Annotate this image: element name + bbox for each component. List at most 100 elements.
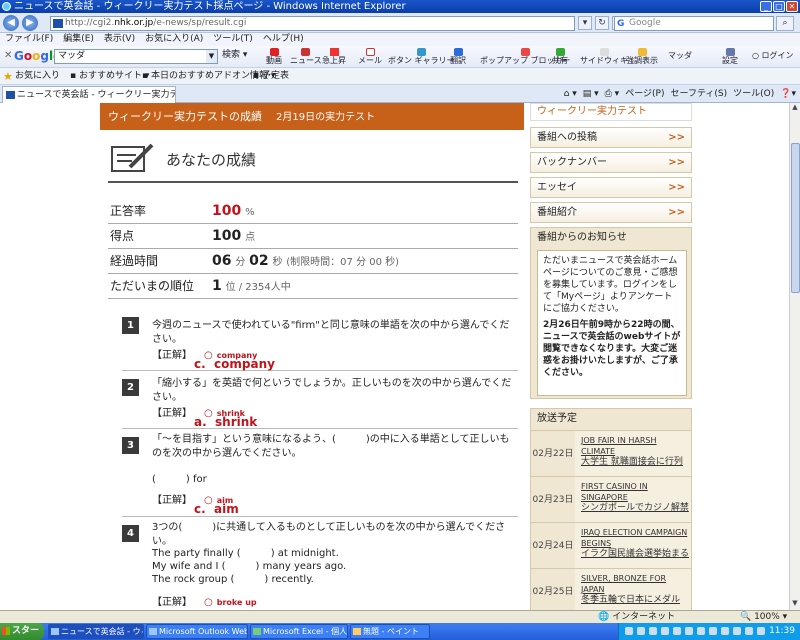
menu-view[interactable]: 表示(V): [99, 33, 140, 46]
time-limit: (制限時間：07 分 00 秒): [286, 257, 400, 268]
tray-icon[interactable]: [637, 627, 645, 635]
tray-icon[interactable]: [697, 627, 705, 635]
tray-icon[interactable]: [733, 627, 741, 635]
ie-icon: [51, 628, 59, 635]
print-icon[interactable]: ⎙ ▾: [605, 88, 620, 100]
score-row: 得点 100 点: [108, 224, 518, 249]
sidebar-item-backnumber[interactable]: バックナンバー >>: [530, 152, 692, 173]
back-button[interactable]: ◀: [3, 15, 19, 31]
tray-icon[interactable]: [721, 627, 729, 635]
favorite-item-recommended[interactable]: ▪ おすすめサイト ▾: [70, 68, 149, 85]
schedule-link[interactable]: IRAQ ELECTION CAMPAIGN BEGINS イラク国民議会選挙始ま…: [581, 527, 689, 560]
settings-button[interactable]: 設定: [722, 48, 738, 67]
schedule-link[interactable]: FIRST CASINO IN SINGAPORE シンガポールでカジノ解禁: [581, 481, 689, 514]
taskbar-item-excel[interactable]: Microsoft Excel - 個人ス...: [250, 624, 348, 639]
menu-bar: ファイル(F) 編集(E) 表示(V) お気に入り(A) ツール(T) ヘルプ(…: [0, 33, 800, 46]
tray-icon[interactable]: [745, 627, 753, 635]
safety-menu[interactable]: セーフティ(S): [671, 88, 728, 100]
tray-icon[interactable]: [757, 627, 765, 635]
menu-file[interactable]: ファイル(F): [0, 33, 58, 46]
vertical-scrollbar[interactable]: ▲ ▼: [789, 103, 800, 610]
favorites-button[interactable]: お気に入り: [15, 68, 60, 85]
sidebar-item-essay[interactable]: エッセイ >>: [530, 177, 692, 198]
tab-bar: ニュースで英会話 - ウィークリー実力テスト採点ページ ⌂ ▾ ▤ ▾ ⎙ ▾ …: [0, 85, 800, 103]
share-icon: [555, 48, 565, 56]
google-query-input[interactable]: マッダ ▼: [54, 49, 218, 64]
favorite-item-schedule[interactable]: ▪ 予定表: [253, 68, 289, 85]
question-2: 2 「縮小する」を英語で何というでしょうか。正しいものを次の中から選んでください…: [122, 371, 518, 429]
scroll-up-icon[interactable]: ▲: [790, 103, 800, 114]
forward-button[interactable]: ▶: [22, 15, 38, 31]
address-field[interactable]: http://cgi2.nhk.or.jp/e-news/sp/result.c…: [50, 16, 575, 31]
trending-button[interactable]: 急上昇: [322, 48, 346, 67]
score-unit: 点: [245, 232, 256, 243]
share-button[interactable]: 共有: [552, 48, 568, 67]
taskbar-item-ie[interactable]: ニュースで英会話 - ウィ...: [48, 624, 144, 639]
button-gallery-button[interactable]: ボタン ギャラリー: [388, 48, 455, 67]
menu-tools[interactable]: ツール(T): [208, 33, 258, 46]
feeds-icon[interactable]: ▤ ▾: [583, 88, 599, 100]
translate-button[interactable]: 翻訳: [450, 48, 466, 67]
rank-row: ただいまの順位 1 位 / 2354人中: [108, 274, 518, 299]
search-input[interactable]: G Google: [614, 16, 774, 31]
paint-icon: [353, 628, 361, 635]
question-sentence: My wife and I ( ) many years ago.: [152, 561, 347, 572]
tray-icon[interactable]: [709, 627, 717, 635]
translate-icon: [453, 48, 463, 56]
start-button[interactable]: スタート: [0, 623, 44, 640]
video-button[interactable]: 動画: [266, 48, 282, 67]
result-header: ウィークリー実力テストの成績 2月19日の実力テスト: [100, 103, 524, 130]
search-icon[interactable]: ⌕: [776, 16, 794, 31]
question-3: 3 「～を目指す」という意味になるよう、( )の中に入る単語として正しいものを次…: [122, 429, 518, 517]
schedule-box: 放送予定 02月22日 JOB FAIR IN HARSH CLIMATE 大学生…: [530, 408, 692, 610]
sidebar-item-post[interactable]: 番組への投稿 >>: [530, 127, 692, 148]
schedule-link[interactable]: JOB FAIR IN HARSH CLIMATE 大学生 就職面接会に行列: [581, 435, 689, 468]
menu-help[interactable]: ヘルプ(H): [258, 33, 309, 46]
scroll-down-icon[interactable]: ▼: [790, 599, 800, 610]
page-menu[interactable]: ページ(P): [625, 88, 664, 100]
menu-favorites[interactable]: お気に入り(A): [140, 33, 208, 46]
question-text: 「～を目指す」という意味になるよう、( )の中に入る単語として正しいものを次の中…: [152, 434, 510, 459]
schedule-date: 02月25日: [531, 569, 575, 610]
tray-icon[interactable]: [649, 627, 657, 635]
chevron-down-icon[interactable]: ▼: [206, 50, 217, 63]
question-text: 今週のニュースで使われている"firm"と同じ意味の単語を次の中から選んでくださ…: [152, 320, 510, 345]
tools-menu[interactable]: ツール(O): [733, 88, 774, 100]
maximize-button[interactable]: □: [773, 1, 785, 12]
scrollbar-thumb[interactable]: [791, 143, 800, 293]
clock: 11:39: [769, 626, 795, 636]
menu-edit[interactable]: 編集(E): [58, 33, 99, 46]
highlight-button[interactable]: 強調表示: [626, 48, 658, 67]
question-number: 2: [122, 379, 139, 396]
arrow-up-icon: [329, 48, 339, 56]
schedule-row: 02月25日 SILVER, BRONZE FOR JAPAN 冬季五輪で日本にメ…: [531, 568, 691, 610]
sidebar: ウィークリー実力テスト 番組への投稿 >> バックナンバー >> エッセイ >> 番組…: [530, 103, 692, 610]
schedule-link[interactable]: SILVER, BRONZE FOR JAPAN 冬季五輪で日本にメダル: [581, 573, 689, 606]
question-number: 4: [122, 525, 139, 542]
rank-unit: 位 / 2354人中: [225, 282, 291, 293]
address-dropdown-icon[interactable]: ▾: [578, 16, 592, 30]
tray-icon[interactable]: [625, 627, 633, 635]
help-icon[interactable]: ❓▾: [780, 88, 796, 100]
tray-icon[interactable]: [661, 627, 669, 635]
close-toolbar-icon[interactable]: ✕: [4, 50, 12, 61]
home-icon[interactable]: ⌂ ▾: [564, 88, 577, 100]
mail-button[interactable]: メール: [358, 48, 382, 67]
zoom-level[interactable]: 🔍 100% ▾: [740, 611, 787, 623]
news-button[interactable]: ニュース: [290, 48, 322, 67]
minimize-button[interactable]: _: [760, 1, 772, 12]
close-button[interactable]: ✕: [786, 1, 798, 12]
taskbar-item-paint[interactable]: 無題 - ペイント: [350, 624, 430, 639]
sidewiki-button[interactable]: サイドウィキ: [580, 48, 628, 67]
taskbar-item-outlook[interactable]: Microsoft Outlook Web A...: [146, 624, 248, 639]
elapsed-seconds: 02: [249, 253, 269, 269]
tab-active[interactable]: ニュースで英会話 - ウィークリー実力テスト採点ページ: [2, 86, 176, 103]
tray-icon[interactable]: [673, 627, 681, 635]
tray-icon[interactable]: [685, 627, 693, 635]
tab-label: ニュースで英会話 - ウィークリー実力テスト採点ページ: [17, 90, 175, 100]
security-zone: 🌐 インターネット: [598, 612, 676, 622]
result-title-block: あなたの成績: [108, 139, 518, 183]
sidebar-weekly-test[interactable]: ウィークリー実力テスト: [530, 103, 692, 121]
sidebar-item-program[interactable]: 番組紹介 >>: [530, 202, 692, 223]
refresh-icon[interactable]: ↻: [595, 16, 609, 30]
